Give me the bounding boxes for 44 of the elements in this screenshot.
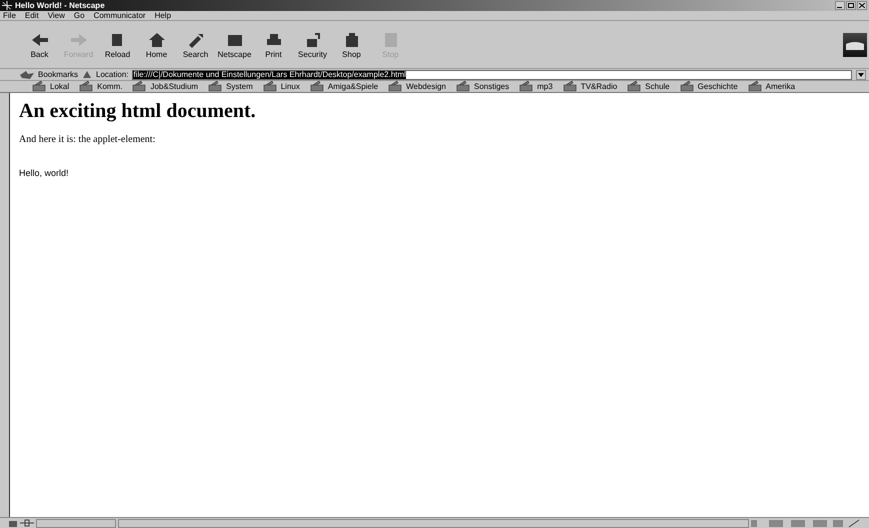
bookmarks-label[interactable]: Bookmarks [38, 70, 78, 78]
toolbar-button[interactable]: Shop [332, 30, 371, 59]
toolbar-button[interactable]: Print [254, 30, 293, 59]
maximize-button[interactable] [846, 1, 856, 10]
applet-text: Hello, world! [19, 167, 70, 180]
bookmark-folder[interactable]: Job&Studium [132, 81, 198, 92]
toolbar-button[interactable]: Security [293, 30, 332, 59]
menu-item[interactable]: Edit [24, 12, 39, 20]
bookmark-folder[interactable]: Amerika [748, 81, 796, 92]
caret-icon [858, 72, 864, 76]
bookmark-folder[interactable]: Webdesign [388, 81, 446, 92]
page-heading: An exciting html document. [19, 99, 257, 124]
logo-icon [846, 40, 864, 50]
toolbar-button[interactable]: Search [176, 30, 215, 59]
menu-item[interactable]: Go [74, 12, 85, 20]
bookmark-folder[interactable]: TV&Radio [562, 81, 618, 92]
close-icon [859, 3, 865, 8]
toolbar-button[interactable]: Reload [98, 30, 137, 59]
toolbar-button[interactable]: Home [137, 30, 176, 59]
bookmark-folder[interactable]: Sonstiges [456, 81, 510, 92]
bookmark-folder[interactable]: Geschichte [680, 81, 738, 92]
paragraph: And here it is: the applet-element: [19, 133, 156, 147]
location-field[interactable]: file:///C|/Dokumente und Einstellungen/Lars Ehrhardt/Desktop/example2.html [132, 70, 852, 80]
bookmark-folder[interactable]: Amiga&Spiele [310, 81, 378, 92]
connection-icon [20, 519, 34, 527]
bookmark-folder[interactable]: Komm. [79, 81, 122, 92]
toolbar-button[interactable]: Back [20, 30, 59, 59]
bookmark-folder[interactable]: Linux [262, 81, 300, 92]
home-icon [146, 30, 166, 50]
menu-item[interactable]: File [3, 12, 16, 20]
dropdown-button[interactable] [856, 70, 866, 80]
bookmark-folder[interactable]: Lokal [32, 81, 70, 92]
window-title: Hello World! - Netscape [15, 2, 105, 10]
minimize-button[interactable] [835, 1, 845, 10]
bookmark-folder[interactable]: Schule [627, 81, 670, 92]
menu-item[interactable]: Help [154, 12, 172, 20]
location-label: Location: [96, 70, 128, 78]
close-button[interactable] [857, 1, 867, 10]
maximize-icon [848, 3, 854, 8]
toolbar-button[interactable]: Netscape [215, 30, 254, 59]
bookmark-folder[interactable]: mp3 [519, 81, 553, 92]
menu-item[interactable]: View [48, 12, 65, 20]
menu-item[interactable]: Communicator [94, 12, 146, 20]
bookmark-folder[interactable]: System [208, 81, 253, 92]
